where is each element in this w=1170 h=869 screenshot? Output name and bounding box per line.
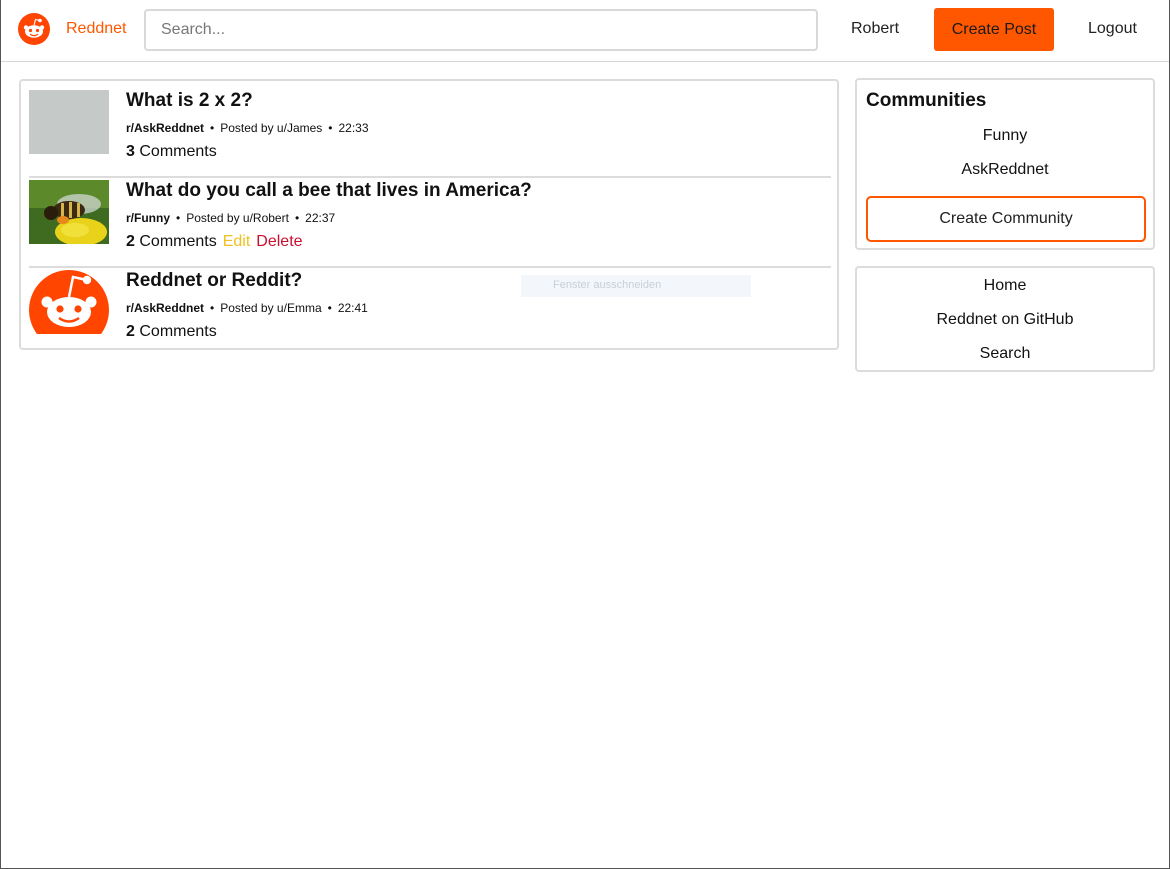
comments-link[interactable]: 2 Comments [126, 233, 217, 250]
separator-dot: • [210, 121, 215, 135]
reddnet-logo-icon[interactable] [18, 13, 50, 45]
post-community-link[interactable]: r/AskReddnet [126, 301, 204, 315]
comment-count: 2 [126, 323, 135, 340]
post-title[interactable]: What is 2 x 2? [126, 90, 253, 112]
comments-link[interactable]: 3 Comments [126, 143, 217, 160]
post-meta: r/AskReddnet • Posted by u/Emma • 22:41 [126, 301, 368, 315]
communities-panel: Communities Funny AskReddnet Create Comm… [855, 78, 1155, 250]
brand-link[interactable]: Reddnet [66, 20, 127, 38]
reddit-logo-image [29, 270, 109, 334]
post-community-link[interactable]: r/AskReddnet [126, 121, 204, 135]
comments-label: Comments [139, 143, 217, 160]
post-item[interactable]: What do you call a bee that lives in Ame… [29, 178, 831, 268]
comments-label: Comments [139, 233, 217, 250]
comment-count: 3 [126, 143, 135, 160]
separator-dot: • [176, 211, 181, 225]
create-post-button[interactable]: Create Post [934, 8, 1054, 51]
separator-dot: • [210, 301, 215, 315]
post-time: 22:33 [338, 121, 369, 135]
post-actions: 2 Comments Edit Delete [126, 233, 303, 251]
post-time: 22:41 [337, 301, 368, 315]
community-link-askreddnet[interactable]: AskReddnet [857, 161, 1153, 179]
communities-title: Communities [866, 90, 987, 111]
post-thumbnail[interactable] [29, 270, 109, 334]
separator-dot: • [327, 301, 332, 315]
create-community-button[interactable]: Create Community [866, 196, 1146, 242]
post-author[interactable]: Posted by u/Robert [186, 211, 289, 225]
home-link[interactable]: Home [857, 277, 1153, 295]
github-link[interactable]: Reddnet on GitHub [857, 311, 1153, 329]
comment-count: 2 [126, 233, 135, 250]
post-actions: 3 Comments [126, 143, 217, 161]
separator-dot: • [294, 211, 300, 225]
post-time: 22:37 [305, 211, 336, 225]
delete-post-link[interactable]: Delete [256, 233, 302, 250]
separator-dot: • [328, 121, 333, 135]
post-title[interactable]: What do you call a bee that lives in Ame… [126, 180, 532, 202]
username-link[interactable]: Robert [851, 20, 899, 38]
comments-label: Comments [139, 323, 217, 340]
post-meta: r/AskReddnet • Posted by u/James • 22:33 [126, 121, 369, 135]
post-meta: r/Funny • Posted by u/Robert • 22:37 [126, 211, 335, 225]
post-thumbnail[interactable] [29, 180, 109, 244]
community-link-funny[interactable]: Funny [857, 127, 1153, 145]
post-actions: 2 Comments [126, 323, 217, 341]
posts-list: What is 2 x 2? r/AskReddnet • Posted by u/… [19, 79, 839, 350]
post-title[interactable]: Reddnet or Reddit? [126, 270, 302, 292]
search-input[interactable] [144, 9, 818, 51]
post-author[interactable]: Posted by u/Emma [220, 301, 321, 315]
system-tooltip: Fenster ausschneiden [521, 275, 751, 297]
comments-link[interactable]: 2 Comments [126, 323, 217, 340]
search-link[interactable]: Search [857, 345, 1153, 363]
post-community-link[interactable]: r/Funny [126, 211, 170, 225]
post-item[interactable]: What is 2 x 2? r/AskReddnet • Posted by u/… [29, 88, 831, 178]
links-panel: Home Reddnet on GitHub Search [855, 266, 1155, 372]
logout-link[interactable]: Logout [1088, 20, 1137, 38]
post-author[interactable]: Posted by u/James [220, 121, 322, 135]
top-navbar: Reddnet Robert Create Post Logout [1, 0, 1169, 62]
edit-post-link[interactable]: Edit [223, 233, 251, 250]
post-thumbnail[interactable] [29, 90, 109, 154]
bee-image [29, 180, 109, 244]
